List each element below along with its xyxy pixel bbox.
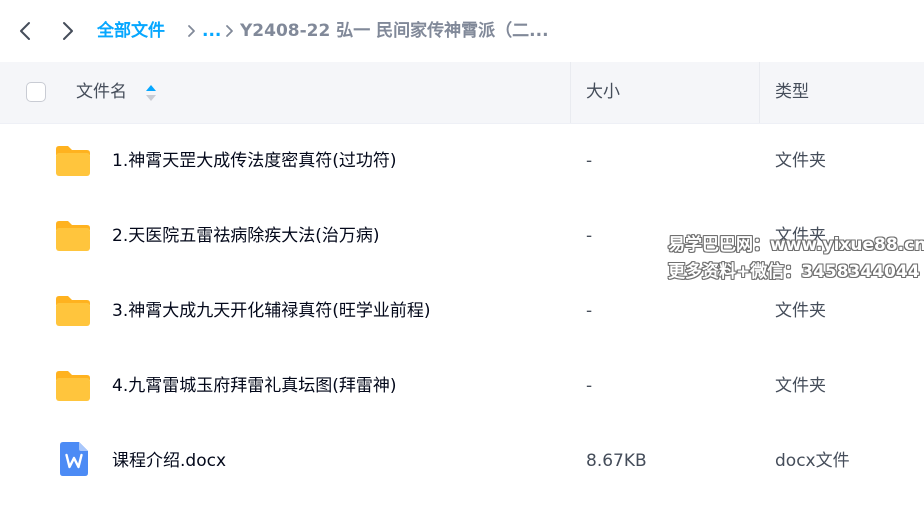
table-row[interactable]: 3.神霄大成九天开化辅禄真符(旺学业前程) - 文件夹 [0,274,924,349]
file-size: - [586,376,593,396]
column-header-size[interactable]: 大小 [586,62,620,123]
chevron-right-icon [63,22,73,40]
breadcrumb-separator-icon [222,19,236,43]
word-doc-icon [60,442,88,476]
file-size: - [586,226,593,246]
file-name[interactable]: 1.神霄天罡大成传法度密真符(过功符) [112,124,396,199]
file-table-header: 文件名 大小 类型 [0,62,924,124]
file-size: 8.67KB [586,451,647,471]
file-list: 1.神霄天罡大成传法度密真符(过功符) - 文件夹 2.天医院五雷祛病除疾大法(… [0,124,924,499]
breadcrumb-ellipsis-link[interactable]: ... [202,19,221,43]
file-type: 文件夹 [775,376,826,396]
sort-icon[interactable] [145,83,157,103]
file-type: 文件夹 [775,301,826,321]
column-header-type[interactable]: 类型 [775,62,809,123]
forward-button[interactable] [57,19,79,43]
column-header-name[interactable]: 文件名 [76,62,127,123]
select-all-checkbox[interactable] [26,82,46,102]
file-name[interactable]: 4.九霄雷城玉府拜雷礼真坛图(拜雷神) [112,349,396,424]
column-divider[interactable] [759,62,760,123]
file-type: 文件夹 [775,226,826,246]
table-row[interactable]: 4.九霄雷城玉府拜雷礼真坛图(拜雷神) - 文件夹 [0,349,924,424]
breadcrumb-current-folder: Y2408-22 弘一 民间家传神霄派（二... [240,21,549,41]
folder-icon [56,146,90,176]
file-size: - [586,301,593,321]
file-type: docx文件 [775,451,850,471]
table-row[interactable]: 课程介绍.docx 8.67KB docx文件 [0,424,924,499]
folder-icon [56,296,90,326]
back-button[interactable] [14,19,36,43]
file-name[interactable]: 3.神霄大成九天开化辅禄真符(旺学业前程) [112,274,430,349]
folder-icon [56,371,90,401]
table-row[interactable]: 2.天医院五雷祛病除疾大法(治万病) - 文件夹 [0,199,924,274]
breadcrumb-root-link[interactable]: 全部文件 [97,19,165,43]
file-name[interactable]: 2.天医院五雷祛病除疾大法(治万病) [112,199,379,274]
chevron-left-icon [20,22,30,40]
file-size: - [586,151,593,171]
column-divider[interactable] [570,62,571,123]
table-row[interactable]: 1.神霄天罡大成传法度密真符(过功符) - 文件夹 [0,124,924,199]
file-type: 文件夹 [775,151,826,171]
folder-icon [56,221,90,251]
breadcrumb-bar: 全部文件 ... Y2408-22 弘一 民间家传神霄派（二... [0,0,924,62]
breadcrumb-separator-icon [184,19,198,43]
file-name[interactable]: 课程介绍.docx [112,424,226,499]
